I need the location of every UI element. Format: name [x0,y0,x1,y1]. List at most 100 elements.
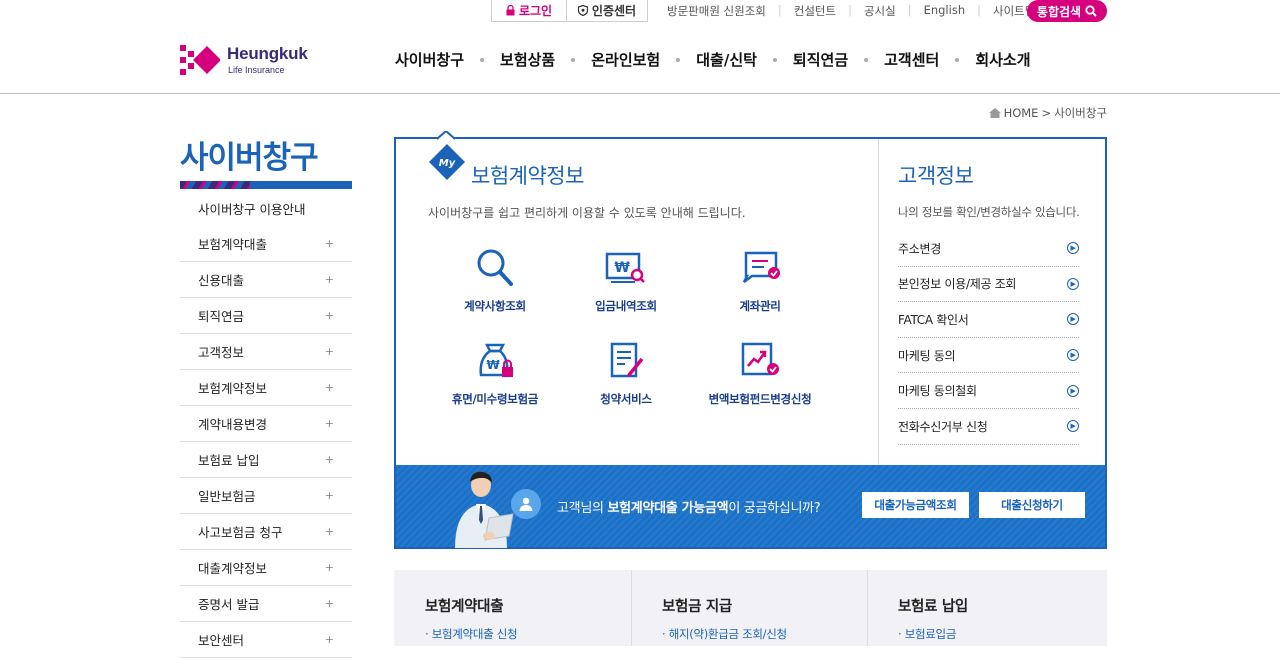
info-item-call-reject[interactable]: 전화수신거부 신청 ▶ [898,409,1079,445]
header-divider [0,93,1280,94]
info-item-marketing-withdraw[interactable]: 마케팅 동의철회 ▶ [898,373,1079,409]
breadcrumb: HOME > 사이버창구 [988,105,1107,121]
contract-desc: 사이버창구를 쉽고 편리하게 이용할 수 있도록 안내해 드립니다. [428,206,746,220]
service-label: 휴면/미수령보험금 [451,392,539,406]
shield-icon [577,5,588,16]
quick-link-label: 해지(약)환급금 조회/신청 [668,627,787,641]
quick-link-surrender-refund[interactable]: · 해지(약)환급금 조회/신청 [662,626,787,642]
customer-info-desc: 나의 정보를 확인/변경하실수 있습니다. [898,205,1080,219]
breadcrumb-home[interactable]: HOME [1004,106,1039,120]
info-item-label: 주소변경 [898,241,941,256]
login-label: 로그인 [518,4,553,18]
info-item-label: 마케팅 동의철회 [898,384,977,399]
integrated-search-button[interactable]: 통합검색 [1027,0,1107,22]
expand-icon: + [324,273,334,286]
sidebar-title-bar [180,181,352,189]
sidebar-item-accident-claim[interactable]: 사고보험금 청구 + [180,514,352,550]
service-fund-change[interactable]: 변액보험펀드변경신청 [690,339,830,407]
loan-limit-inquiry-button[interactable]: 대출가능금액조회 [862,492,969,518]
customer-info-list: 주소변경 ▶ 본인정보 이용/제공 조회 ▶ FATCA 확인서 ▶ 마케팅 동의 ▶ … [898,231,1079,445]
expand-icon: + [324,525,334,538]
sidebar-item-label: 사고보험금 청구 [198,525,283,540]
expand-icon: + [324,633,334,646]
sidebar-item-policy-loan[interactable]: 보험계약대출 + [180,226,352,262]
service-dormant-claims[interactable]: ₩ 휴면/미수령보험금 [425,339,565,407]
quick-link-premium-deposit[interactable]: · 보험료입금 [898,626,956,642]
nav-item-customer-center[interactable]: 고객센터 [884,49,939,70]
expand-icon: + [324,237,334,250]
user-icon [511,489,541,519]
sidebar-item-label: 일반보험금 [198,489,256,504]
service-application[interactable]: 청약서비스 [556,339,696,407]
brand-subtitle: Life Insurance [228,65,285,75]
utility-links: 방문판매원 신원조회 | 컨설턴트 | 공시실 | English | 사이트맵 [655,3,1047,19]
nav-item-pension[interactable]: 퇴직연금 [793,49,848,70]
banner-text-pre: 고객님의 [557,501,608,516]
service-account-manage[interactable]: 계좌관리 [690,246,830,314]
quick-link-label: 보험료입금 [904,627,957,641]
service-label: 계약사항조회 [464,299,526,313]
deposit-search-icon: ₩ [605,252,645,283]
consultant-illustration [455,471,514,548]
sidebar-item-contract-change[interactable]: 계약내용변경 + [180,406,352,442]
quick-col-claim-payment: 보험금 지급 · 해지(약)환급금 조회/신청 [631,570,867,646]
my-badge-icon: My [429,144,465,180]
sidebar-item-credit-loan[interactable]: 신용대출 + [180,262,352,298]
util-link-consultant[interactable]: 컨설턴트 [782,3,848,19]
svg-text:₩: ₩ [614,260,630,276]
util-link-disclosure[interactable]: 공시실 [852,3,908,19]
service-deposit-inquiry[interactable]: ₩ 입금내역조회 [556,246,696,314]
arrow-right-icon: ▶ [1067,349,1079,362]
util-link-visitor-check[interactable]: 방문판매원 신원조회 [655,3,778,19]
main-nav: 사이버창구 보험상품 온라인보험 대출/신탁 퇴직연금 고객센터 회사소개 [395,49,1031,70]
expand-icon: + [324,309,334,322]
sidebar-item-label: 계약내용변경 [198,417,268,432]
quick-link-policy-loan-apply[interactable]: · 보험계약대출 신청 [425,626,518,642]
sidebar-item-security-center[interactable]: 보안센터 + [180,622,352,658]
util-link-english[interactable]: English [912,3,978,19]
nav-item-cyber[interactable]: 사이버창구 [395,49,464,70]
search-label: 통합검색 [1036,4,1082,19]
cert-label: 인증센터 [591,4,637,18]
banner-text-post: 이 궁금하십니까? [728,501,821,516]
info-item-personal-info-usage[interactable]: 본인정보 이용/제공 조회 ▶ [898,267,1079,303]
nav-dot [772,57,777,62]
brand-name: Heungkuk [227,44,308,63]
nav-dot [676,57,681,62]
nav-item-products[interactable]: 보험상품 [500,49,555,70]
info-item-marketing-consent[interactable]: 마케팅 동의 ▶ [898,338,1079,374]
application-doc-icon [610,342,644,378]
sidebar-item-label: 증명서 발급 [198,597,260,612]
sidebar-item-label: 신용대출 [198,273,245,288]
quick-col-title: 보험료 납입 [898,599,968,615]
loan-apply-button[interactable]: 대출신청하기 [979,492,1085,518]
expand-icon: + [324,489,334,502]
home-icon [988,108,1001,118]
quick-col-policy-loan: 보험계약대출 · 보험계약대출 신청 [394,570,631,646]
sidebar-item-customer-info[interactable]: 고객정보 + [180,334,352,370]
sidebar-item-premium-payment[interactable]: 보험료 납입 + [180,442,352,478]
dormant-money-icon: ₩ [479,343,513,377]
sidebar-item-label: 보안센터 [198,633,245,648]
logo[interactable]: Heungkuk Life Insurance [180,43,320,75]
sidebar-item-general-claim[interactable]: 일반보험금 + [180,478,352,514]
info-item-address-change[interactable]: 주소변경 ▶ [898,231,1079,267]
login-button[interactable]: 로그인 [492,0,567,21]
cert-center-button[interactable]: 인증센터 [567,0,647,21]
nav-item-company[interactable]: 회사소개 [975,49,1030,70]
account-manage-icon [742,251,780,283]
sidebar-item-certificate[interactable]: 증명서 발급 + [180,586,352,622]
quick-col-title: 보험금 지급 [662,599,732,615]
sidebar-item-loan-contract[interactable]: 대출계약정보 + [180,550,352,586]
nav-item-loan-trust[interactable]: 대출/신탁 [696,49,757,70]
top-utility-bar: 로그인 인증센터 방문판매원 신원조회 | 컨설턴트 | 공시실 | English |… [0,0,1280,22]
sidebar-item-pension[interactable]: 퇴직연금 + [180,298,352,334]
info-item-fatca[interactable]: FATCA 확인서 ▶ [898,302,1079,338]
banner-text-bold: 보험계약대출 가능금액 [607,501,729,516]
service-contract-inquiry[interactable]: 계약사항조회 [425,246,565,314]
sidebar-item-guide[interactable]: 사이버창구 이용안내 [180,190,352,226]
nav-item-online[interactable]: 온라인보험 [591,49,660,70]
sidebar-item-contract-info[interactable]: 보험계약정보 + [180,370,352,406]
breadcrumb-sep: > [1041,106,1052,120]
service-label: 변액보험펀드변경신청 [708,392,812,406]
